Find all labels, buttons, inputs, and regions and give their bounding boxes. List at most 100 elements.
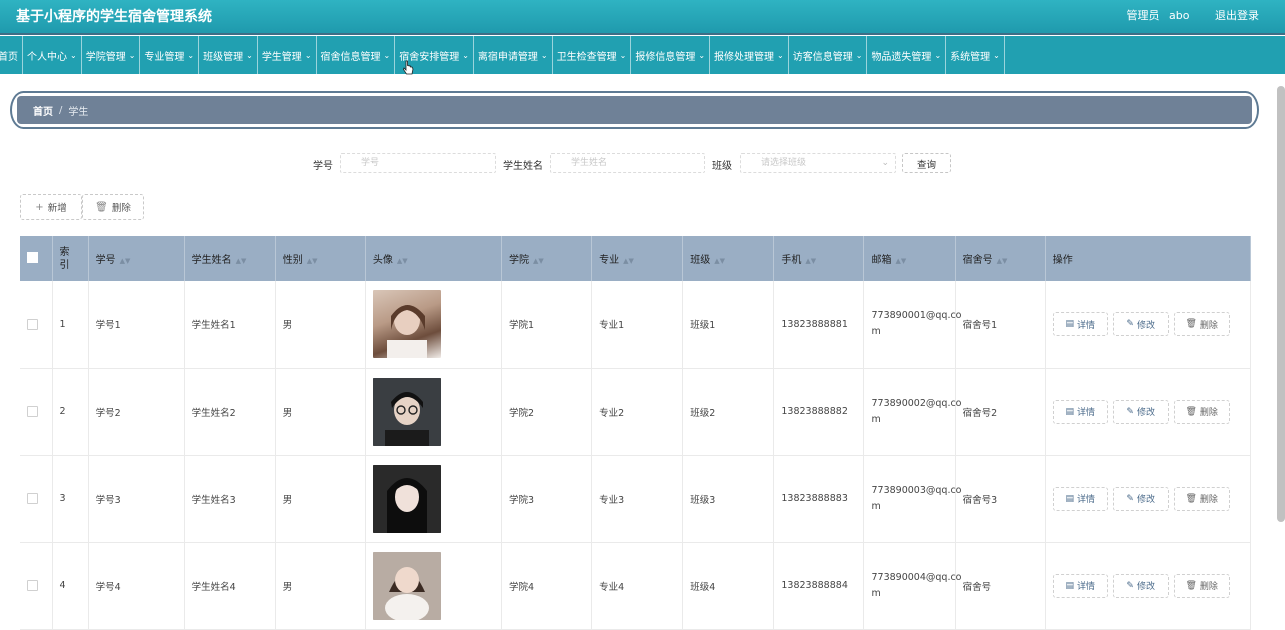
nav-item-label: 首页 <box>0 51 18 63</box>
class-select[interactable]: 请选择班级 ⌄ <box>740 153 896 173</box>
sort-icon[interactable]: ▲▼ <box>714 257 725 265</box>
sort-icon[interactable]: ▲▼ <box>120 257 131 265</box>
cell-major: 专业2 <box>591 368 684 456</box>
column-major-label: 专业 <box>599 255 620 266</box>
row-checkbox[interactable] <box>27 580 38 591</box>
cell-student-id: 学号2 <box>88 368 185 456</box>
column-header[interactable]: 性别 ▲▼ <box>275 236 366 281</box>
vertical-scrollbar[interactable] <box>1277 86 1285 522</box>
batch-delete-button[interactable]: 🗑 删除 <box>82 194 144 220</box>
query-button[interactable]: 查询 <box>902 153 951 173</box>
row-checkbox[interactable] <box>27 318 38 330</box>
column-gender-label: 性别 <box>282 255 303 266</box>
row-checkbox[interactable] <box>27 493 38 504</box>
column-email-label: 邮箱 <box>871 255 892 266</box>
nav-item-label: 离宿申请管理 <box>477 51 538 63</box>
cell-gender: 男 <box>275 281 366 369</box>
nav-item-visitor-info[interactable]: 访客信息管理 ⌄ <box>789 36 868 74</box>
nav-item-repair-handling[interactable]: 报修处理管理 ⌄ <box>710 36 789 74</box>
sort-icon[interactable]: ▲▼ <box>895 257 906 265</box>
chevron-down-icon: ⌄ <box>619 50 627 60</box>
nav-item-system[interactable]: 系统管理 ⌄ <box>946 36 1005 74</box>
sort-icon[interactable]: ▲▼ <box>805 257 816 265</box>
nav-item-label: 宿舍信息管理 <box>320 51 381 63</box>
cell-email: 773890003@qq.co m <box>863 455 962 543</box>
cell-email: 773890004@qq.co m <box>863 542 962 630</box>
app-title: 基于小程序的学生宿舍管理系统 <box>16 9 212 25</box>
student-name-input[interactable]: 学生姓名 <box>550 153 705 173</box>
avatar <box>372 290 441 359</box>
delete-label: 删除 <box>1199 582 1218 592</box>
cell-index: 1 <box>52 281 89 369</box>
column-header[interactable]: 班级 ▲▼ <box>682 236 775 281</box>
edit-button[interactable]: ✎ 修改 <box>1112 312 1169 337</box>
column-header[interactable]: 专业 ▲▼ <box>591 236 684 281</box>
detail-button[interactable]: ▤ 详情 <box>1052 312 1108 337</box>
nav-item-college[interactable]: 学院管理 ⌄ <box>82 36 141 74</box>
pencil-icon: ✎ <box>1126 493 1134 504</box>
delete-button[interactable]: 🗑 删除 <box>1173 399 1230 424</box>
delete-button[interactable]: 🗑 删除 <box>1173 486 1230 511</box>
user-name: abo <box>1169 9 1190 22</box>
top-header: 基于小程序的学生宿舍管理系统 管理员 abo 退出登录 <box>0 0 1285 35</box>
edit-label: 修改 <box>1136 495 1155 505</box>
chevron-down-icon: ⌄ <box>993 50 1000 60</box>
nav-item-personal-center[interactable]: 个人中心 ⌄ <box>23 36 82 74</box>
nav-item-repair-info[interactable]: 报修信息管理 ⌄ <box>631 36 711 74</box>
sort-icon[interactable]: ▲▼ <box>397 257 408 265</box>
column-header[interactable]: 学号 ▲▼ <box>88 236 185 281</box>
column-header: 索引 <box>52 236 89 281</box>
chevron-down-icon: ⌄ <box>128 50 136 60</box>
cell-name: 学生姓名3 <box>184 455 276 543</box>
edit-button[interactable]: ✎ 修改 <box>1112 573 1169 598</box>
nav-item-student[interactable]: 学生管理 ⌄ <box>258 36 317 74</box>
breadcrumb-home[interactable]: 首页 <box>33 103 53 118</box>
delete-button[interactable]: 🗑 删除 <box>1173 573 1230 598</box>
nav-item-lost-items[interactable]: 物品遗失管理 ⌄ <box>867 36 947 74</box>
sort-icon[interactable]: ▲▼ <box>623 257 634 265</box>
sort-icon[interactable]: ▲▼ <box>236 257 247 265</box>
nav-item-leave-application[interactable]: 离宿申请管理 ⌄ <box>474 36 553 74</box>
sort-icon[interactable]: ▲▼ <box>533 257 544 265</box>
detail-label: 详情 <box>1076 320 1095 331</box>
nav-item-class[interactable]: 班级管理 ⌄ <box>199 36 258 74</box>
cell-student-id: 学号3 <box>88 455 185 543</box>
detail-button[interactable]: ▤ 详情 <box>1052 573 1108 598</box>
nav-item-major[interactable]: 专业管理 ⌄ <box>140 36 200 74</box>
cell-student-id: 学号1 <box>88 281 185 369</box>
trash-icon: 🗑 <box>95 201 108 213</box>
row-select-cell <box>20 542 53 630</box>
student-id-input[interactable]: 学号 <box>340 153 496 173</box>
sort-icon[interactable]: ▲▼ <box>997 257 1008 265</box>
column-header[interactable]: 宿舍号 ▲▼ <box>955 236 1046 281</box>
delete-button[interactable]: 🗑 删除 <box>1173 312 1230 337</box>
row-checkbox[interactable] <box>27 406 38 417</box>
delete-label: 删除 <box>1199 495 1218 505</box>
edit-button[interactable]: ✎ 修改 <box>1112 486 1169 511</box>
select-all-checkbox[interactable] <box>27 251 38 263</box>
column-header[interactable]: 手机 ▲▼ <box>773 236 865 281</box>
add-button-label: 新增 <box>47 203 67 214</box>
column-header[interactable]: 头像 ▲▼ <box>365 236 503 281</box>
nav-item-hygiene-check[interactable]: 卫生检查管理 ⌄ <box>553 36 632 74</box>
class-select-placeholder: 请选择班级 <box>761 158 807 168</box>
column-header[interactable]: 学院 ▲▼ <box>501 236 593 281</box>
logout-link[interactable]: 退出登录 <box>1215 9 1259 22</box>
nav-item-dorm-info[interactable]: 宿舍信息管理 ⌄ <box>317 36 396 74</box>
table-header-row: 索引 学号 ▲▼ 学生姓名 ▲▼ 性别 ▲▼ 头像 ▲▼ 学院 ▲▼ 专业 ▲▼ 班级 ▲▼ … <box>20 236 1252 281</box>
nav-item-label: 班级管理 <box>203 51 244 63</box>
cell-avatar <box>365 455 503 543</box>
add-button[interactable]: + 新增 <box>20 194 82 220</box>
email-line: 773890002@qq.co <box>871 397 962 409</box>
nav-item-home[interactable]: 首页 <box>0 36 23 74</box>
column-header[interactable]: 邮箱 ▲▼ <box>863 236 956 281</box>
cell-dorm: 宿舍号2 <box>955 368 1046 456</box>
edit-button[interactable]: ✎ 修改 <box>1112 399 1169 424</box>
detail-button[interactable]: ▤ 详情 <box>1052 399 1108 424</box>
column-header[interactable]: 学生姓名 ▲▼ <box>184 236 276 281</box>
detail-button[interactable]: ▤ 详情 <box>1052 486 1108 511</box>
cell-avatar <box>365 281 503 369</box>
chevron-down-icon: ⌄ <box>462 50 469 60</box>
trash-icon: 🗑 <box>1185 493 1197 504</box>
sort-icon[interactable]: ▲▼ <box>307 257 318 265</box>
